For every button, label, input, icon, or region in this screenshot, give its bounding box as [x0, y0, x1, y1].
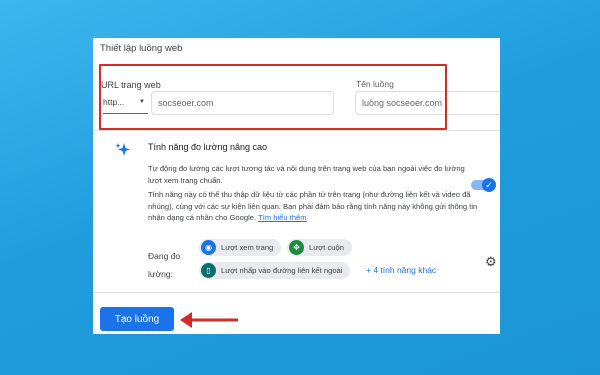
panel-title: Thiết lập luồng web	[100, 43, 183, 54]
enhanced-measurement-toggle[interactable]: ✓	[471, 178, 496, 192]
enhanced-measurement-note: Tính năng này có thể thu thập dữ liệu từ…	[148, 189, 478, 224]
eye-icon: ◉	[201, 240, 216, 255]
enhanced-measurement-description: Tự động đo lường các lượt tương tác và n…	[148, 164, 465, 185]
gear-icon[interactable]: ⚙	[485, 254, 497, 270]
chip-label: Lượt cuộn	[309, 243, 344, 252]
check-icon: ✓	[482, 178, 496, 192]
learn-more-link[interactable]: Tìm hiểu thêm	[258, 213, 307, 222]
create-stream-button[interactable]: Tạo luồng	[100, 307, 174, 331]
measuring-label: Đang đo lường:	[148, 251, 181, 279]
more-features-link[interactable]: + 4 tính năng khác	[366, 265, 436, 275]
sparkle-icon	[115, 143, 130, 156]
note-text: Tính năng này có thể thu thập dữ liệu từ…	[148, 190, 478, 222]
highlight-box	[99, 64, 447, 130]
enhanced-measurement-title: Tính năng đo lường nâng cao	[148, 142, 268, 152]
red-arrow-annotation	[180, 312, 238, 328]
chip-outbound-clicks: ▯ Lượt nhấp vào đường liên kết ngoài	[199, 262, 351, 279]
chip-label: Lượt xem trang	[221, 243, 274, 252]
chip-page-views: ◉ Lượt xem trang	[199, 239, 282, 256]
chip-label: Lượt nhấp vào đường liên kết ngoài	[221, 266, 343, 275]
mouse-icon: ▯	[201, 263, 216, 278]
divider	[93, 130, 500, 131]
move-icon: ✥	[289, 240, 304, 255]
chip-scrolls: ✥ Lượt cuộn	[287, 239, 352, 256]
divider	[93, 292, 500, 293]
